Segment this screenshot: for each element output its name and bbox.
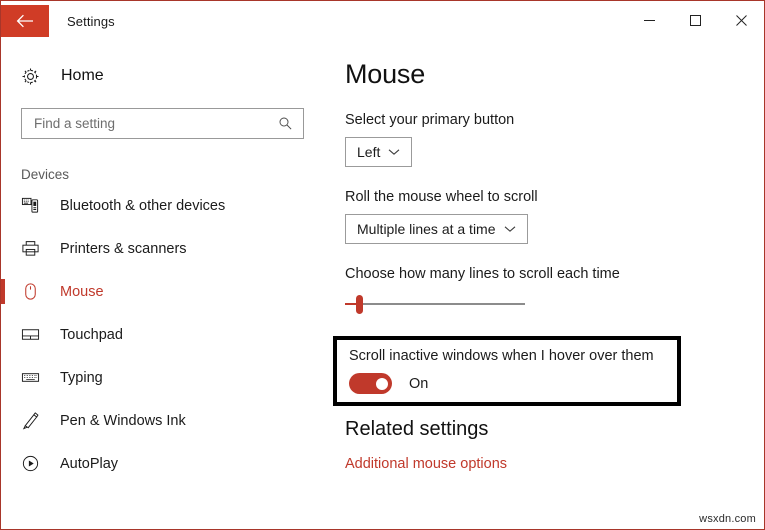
sidebar-item-label: Printers & scanners <box>60 241 187 257</box>
window-title: Settings <box>67 14 115 29</box>
slider-thumb[interactable] <box>356 295 363 314</box>
bluetooth-devices-icon <box>21 196 47 215</box>
slider-track <box>345 303 525 305</box>
sidebar-item-printers-scanners[interactable]: Printers & scanners <box>1 227 331 270</box>
maximize-button[interactable] <box>672 1 718 39</box>
highlight-annotation-box: Scroll inactive windows when I hover ove… <box>333 336 681 406</box>
lines-slider[interactable] <box>345 295 525 313</box>
sidebar-item-label: Typing <box>60 370 103 386</box>
chevron-down-icon <box>504 225 527 233</box>
close-icon <box>735 14 748 27</box>
maximize-icon <box>689 14 702 27</box>
lines-slider-label: Choose how many lines to scroll each tim… <box>345 266 764 282</box>
minimize-icon <box>643 14 656 27</box>
sidebar-item-home[interactable]: Home <box>1 56 331 96</box>
sidebar-item-pen-windows-ink[interactable]: Pen & Windows Ink <box>1 399 331 442</box>
back-button[interactable] <box>1 5 49 37</box>
main-content: Mouse Select your primary button Left Ro… <box>331 41 764 529</box>
search-icon <box>278 116 303 131</box>
slider-fill <box>345 303 356 305</box>
close-button[interactable] <box>718 1 764 39</box>
sidebar-item-label: Mouse <box>60 284 104 300</box>
sidebar-item-mouse[interactable]: Mouse <box>1 270 331 313</box>
settings-window: Settings <box>0 0 765 530</box>
sidebar-group-header: Devices <box>1 167 331 182</box>
touchpad-icon <box>21 325 47 344</box>
sidebar-item-label: Touchpad <box>60 327 123 343</box>
printer-icon <box>21 239 47 258</box>
sidebar: Home Devices <box>1 41 331 529</box>
search-box[interactable] <box>21 108 304 139</box>
sidebar-item-touchpad[interactable]: Touchpad <box>1 313 331 356</box>
search-input[interactable] <box>22 116 278 131</box>
wheel-scroll-dropdown[interactable]: Multiple lines at a time <box>345 214 528 244</box>
additional-mouse-options-link[interactable]: Additional mouse options <box>345 456 507 472</box>
sidebar-item-label: Bluetooth & other devices <box>60 198 225 214</box>
pen-icon <box>21 411 47 430</box>
sidebar-item-autoplay[interactable]: AutoPlay <box>1 442 331 485</box>
wheel-scroll-label: Roll the mouse wheel to scroll <box>345 189 764 205</box>
sidebar-item-bluetooth-other-devices[interactable]: Bluetooth & other devices <box>1 184 331 227</box>
primary-button-dropdown[interactable]: Left <box>345 137 412 167</box>
inactive-scroll-label: Scroll inactive windows when I hover ove… <box>349 348 677 364</box>
inactive-scroll-toggle[interactable] <box>349 373 392 394</box>
sidebar-item-label: AutoPlay <box>60 456 118 472</box>
minimize-button[interactable] <box>626 1 672 39</box>
keyboard-icon <box>21 368 47 387</box>
mouse-icon <box>21 282 47 301</box>
page-title: Mouse <box>345 59 764 90</box>
autoplay-icon <box>21 454 47 473</box>
caption-buttons <box>626 1 764 41</box>
title-bar: Settings <box>1 1 764 41</box>
primary-button-value: Left <box>346 144 388 160</box>
gear-icon <box>21 67 47 86</box>
related-settings-title: Related settings <box>345 418 488 441</box>
sidebar-home-label: Home <box>61 67 104 85</box>
back-arrow-icon <box>16 14 34 28</box>
wheel-scroll-value: Multiple lines at a time <box>346 221 504 237</box>
chevron-down-icon <box>388 148 411 156</box>
primary-button-label: Select your primary button <box>345 112 764 128</box>
watermark: wsxdn.com <box>699 513 756 525</box>
toggle-knob <box>376 378 388 390</box>
inactive-scroll-row: On <box>349 373 677 394</box>
inactive-scroll-state: On <box>409 376 428 392</box>
sidebar-item-label: Pen & Windows Ink <box>60 413 186 429</box>
sidebar-item-typing[interactable]: Typing <box>1 356 331 399</box>
